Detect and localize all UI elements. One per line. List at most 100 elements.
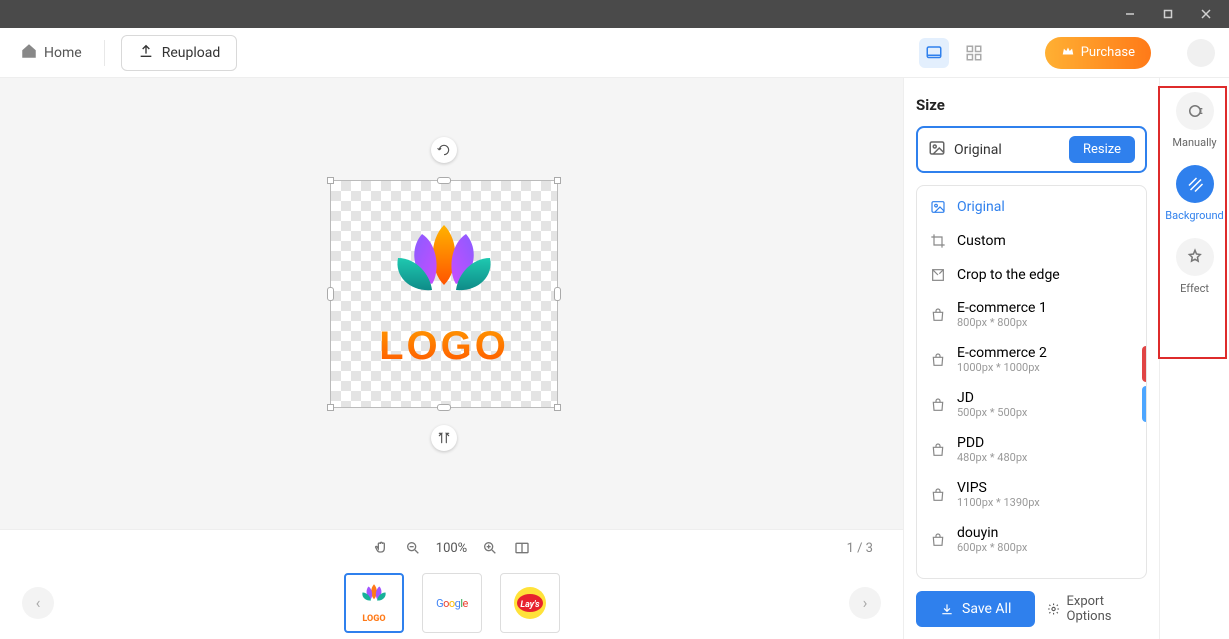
resize-handle-left[interactable] — [327, 287, 334, 301]
reupload-button[interactable]: Reupload — [121, 35, 238, 71]
size-list[interactable]: Original Custom Crop to the edge E-commerce… — [917, 190, 1146, 574]
resize-handle-tr[interactable] — [554, 177, 561, 184]
logo-text: LOGO — [379, 324, 509, 369]
size-item-5[interactable]: JD500px * 500px — [917, 382, 1146, 427]
upload-icon — [138, 43, 154, 63]
size-item-label: Custom — [957, 233, 1006, 249]
size-item-0[interactable]: Original — [917, 190, 1146, 224]
resize-handle-bottom[interactable] — [437, 404, 451, 411]
current-size-row[interactable]: Original Resize — [916, 126, 1147, 173]
size-item-icon — [929, 266, 947, 284]
canvas-column: LOGO 100% 1 / 3 — [0, 78, 903, 639]
view-toggle — [919, 38, 989, 68]
color-tab-red[interactable] — [1142, 346, 1147, 382]
resize-handle-right[interactable] — [554, 287, 561, 301]
toolbar-divider — [104, 40, 105, 66]
canvas-area[interactable]: LOGO — [0, 78, 903, 529]
window-maximize[interactable] — [1151, 0, 1185, 28]
size-panel: Size Original Resize Original Custom Crop … — [903, 78, 1159, 639]
window-close[interactable] — [1189, 0, 1223, 28]
rail-manually-label: Manually — [1170, 136, 1218, 149]
tool-rail: Manually Background Effect — [1159, 78, 1229, 639]
size-item-1[interactable]: Custom — [917, 224, 1146, 258]
svg-text:LOGO: LOGO — [362, 614, 385, 624]
resize-handle-top[interactable] — [437, 177, 451, 184]
save-all-button[interactable]: Save All — [916, 591, 1035, 627]
zoom-in-button[interactable] — [481, 539, 499, 557]
rail-effect[interactable]: Effect — [1163, 238, 1226, 295]
page-indicator: 1 / 3 — [847, 541, 873, 556]
size-item-label: E-commerce 2 — [957, 345, 1047, 361]
thumbnail-1[interactable]: LOGO — [344, 573, 404, 633]
size-item-label: E-commerce 1 — [957, 300, 1047, 316]
user-avatar[interactable] — [1187, 39, 1215, 67]
size-item-icon — [929, 486, 947, 504]
home-label: Home — [44, 45, 82, 61]
size-item-label: VIPS — [957, 480, 1040, 496]
grid-view-button[interactable] — [959, 38, 989, 68]
export-options-button[interactable]: Export Options — [1047, 594, 1147, 624]
resize-handle-bl[interactable] — [327, 404, 334, 411]
home-button[interactable]: Home — [14, 38, 88, 68]
rail-effect-label: Effect — [1178, 282, 1211, 295]
selection-frame[interactable]: LOGO — [330, 180, 558, 408]
purchase-button[interactable]: Purchase — [1045, 37, 1151, 69]
resize-handle-tl[interactable] — [327, 177, 334, 184]
size-item-7[interactable]: VIPS1100px * 1390px — [917, 472, 1146, 517]
single-view-button[interactable] — [919, 38, 949, 68]
size-item-icon — [929, 306, 947, 324]
size-item-icon — [929, 396, 947, 414]
size-item-8[interactable]: douyin600px * 800px — [917, 517, 1146, 562]
purchase-label: Purchase — [1081, 45, 1135, 60]
home-icon — [20, 42, 38, 64]
thumbnail-2[interactable]: Google — [422, 573, 482, 633]
canvas-bottom-bar: 100% 1 / 3 ‹ LOGO — [0, 529, 903, 639]
size-item-label: JD — [957, 390, 1027, 406]
export-options-label: Export Options — [1067, 594, 1148, 624]
save-all-label: Save All — [962, 601, 1011, 617]
size-item-icon — [929, 198, 947, 216]
resize-button[interactable]: Resize — [1069, 136, 1135, 163]
size-item-icon — [929, 441, 947, 459]
size-item-sublabel: 800px * 800px — [957, 316, 1047, 329]
rail-background[interactable]: Background — [1163, 165, 1226, 222]
flip-handle[interactable] — [431, 425, 457, 451]
next-thumbnail-button[interactable]: › — [849, 587, 881, 619]
prev-thumbnail-button[interactable]: ‹ — [22, 587, 54, 619]
rail-manually[interactable]: Manually — [1163, 92, 1226, 149]
zoom-level: 100% — [436, 541, 467, 556]
logo-image — [364, 220, 524, 320]
zoom-out-button[interactable] — [404, 539, 422, 557]
app-toolbar: Home Reupload Purchase — [0, 28, 1229, 78]
window-titlebar — [0, 0, 1229, 28]
crown-icon — [1061, 44, 1075, 62]
svg-text:Google: Google — [436, 597, 468, 610]
size-panel-title: Size — [916, 96, 1147, 114]
resize-handle-br[interactable] — [554, 404, 561, 411]
thumbnail-3[interactable]: Lay's — [500, 573, 560, 633]
size-item-sublabel: 1000px * 1000px — [957, 361, 1047, 374]
current-size-label: Original — [954, 142, 1061, 158]
size-item-label: PDD — [957, 435, 1027, 451]
window-minimize[interactable] — [1113, 0, 1147, 28]
size-item-icon — [929, 351, 947, 369]
size-item-3[interactable]: E-commerce 1800px * 800px — [917, 292, 1146, 337]
size-item-label: Original — [957, 199, 1005, 215]
size-item-label: Crop to the edge — [957, 267, 1060, 283]
pan-tool[interactable] — [372, 539, 390, 557]
svg-text:Lay's: Lay's — [520, 600, 540, 610]
size-item-sublabel: 1100px * 1390px — [957, 496, 1040, 509]
reupload-label: Reupload — [162, 45, 221, 61]
size-item-2[interactable]: Crop to the edge — [917, 258, 1146, 292]
fit-screen-button[interactable] — [513, 539, 531, 557]
size-item-label: douyin — [957, 525, 1027, 541]
size-item-sublabel: 480px * 480px — [957, 451, 1027, 464]
rail-background-label: Background — [1163, 209, 1225, 222]
size-item-6[interactable]: PDD480px * 480px — [917, 427, 1146, 472]
size-item-4[interactable]: E-commerce 21000px * 1000px — [917, 337, 1146, 382]
color-tab-blue[interactable] — [1142, 386, 1147, 422]
size-item-icon — [929, 232, 947, 250]
size-item-sublabel: 600px * 800px — [957, 541, 1027, 554]
rotate-handle[interactable] — [431, 137, 457, 163]
size-item-icon — [929, 531, 947, 549]
